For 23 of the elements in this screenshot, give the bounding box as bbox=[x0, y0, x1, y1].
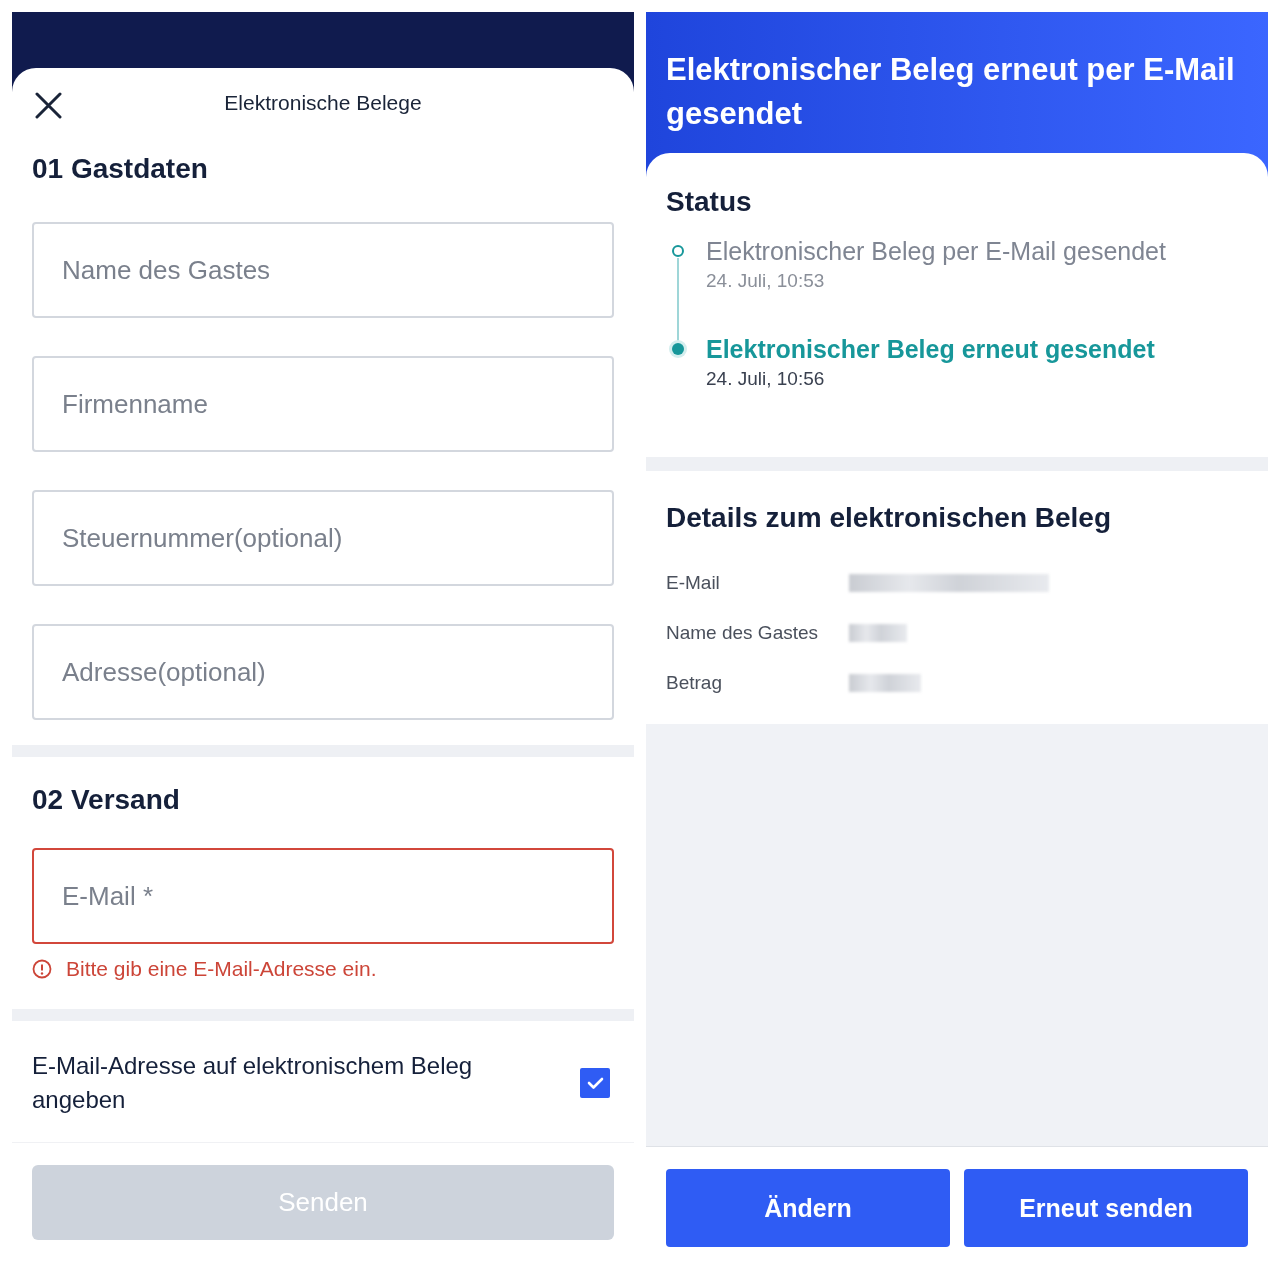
close-icon[interactable] bbox=[35, 92, 62, 119]
sheet-title: Elektronische Belege bbox=[224, 91, 422, 115]
section-heading: Details zum elektronischen Beleg bbox=[665, 501, 1113, 535]
action-button[interactable]: Ändern bbox=[666, 1169, 950, 1247]
detail-label: E-Mail bbox=[666, 572, 721, 594]
section-heading: Status bbox=[665, 185, 753, 219]
section-heading: 01 Gastdaten bbox=[31, 152, 209, 186]
detail-label: Betrag bbox=[666, 672, 723, 694]
redacted-value bbox=[849, 624, 907, 642]
error-icon bbox=[32, 959, 52, 979]
error-message: Bitte gib eine E-Mail-Adresse ein. bbox=[66, 957, 377, 981]
detail-label: Name des Gastes bbox=[666, 622, 820, 644]
event-time: 24. Juli, 10:53 bbox=[706, 269, 826, 293]
input-field[interactable]: E-Mail * bbox=[32, 848, 614, 944]
page-title: Elektronischer Beleg erneut per E-Mail gesendet bbox=[666, 51, 1236, 133]
section-heading: 02 Versand bbox=[31, 783, 181, 817]
checkbox[interactable] bbox=[580, 1068, 610, 1098]
event-title: Elektronischer Beleg per E-Mail gesendet bbox=[706, 236, 1166, 267]
event-title: Elektronischer Beleg erneut gesendet bbox=[706, 334, 1155, 365]
checkbox-label: E-Mail-Adresse auf elektronischem Beleg angeben bbox=[32, 1051, 474, 1115]
event-time: 24. Juli, 10:56 bbox=[706, 367, 826, 391]
action-button[interactable]: Erneut senden bbox=[964, 1169, 1248, 1247]
redacted-value bbox=[849, 674, 921, 692]
